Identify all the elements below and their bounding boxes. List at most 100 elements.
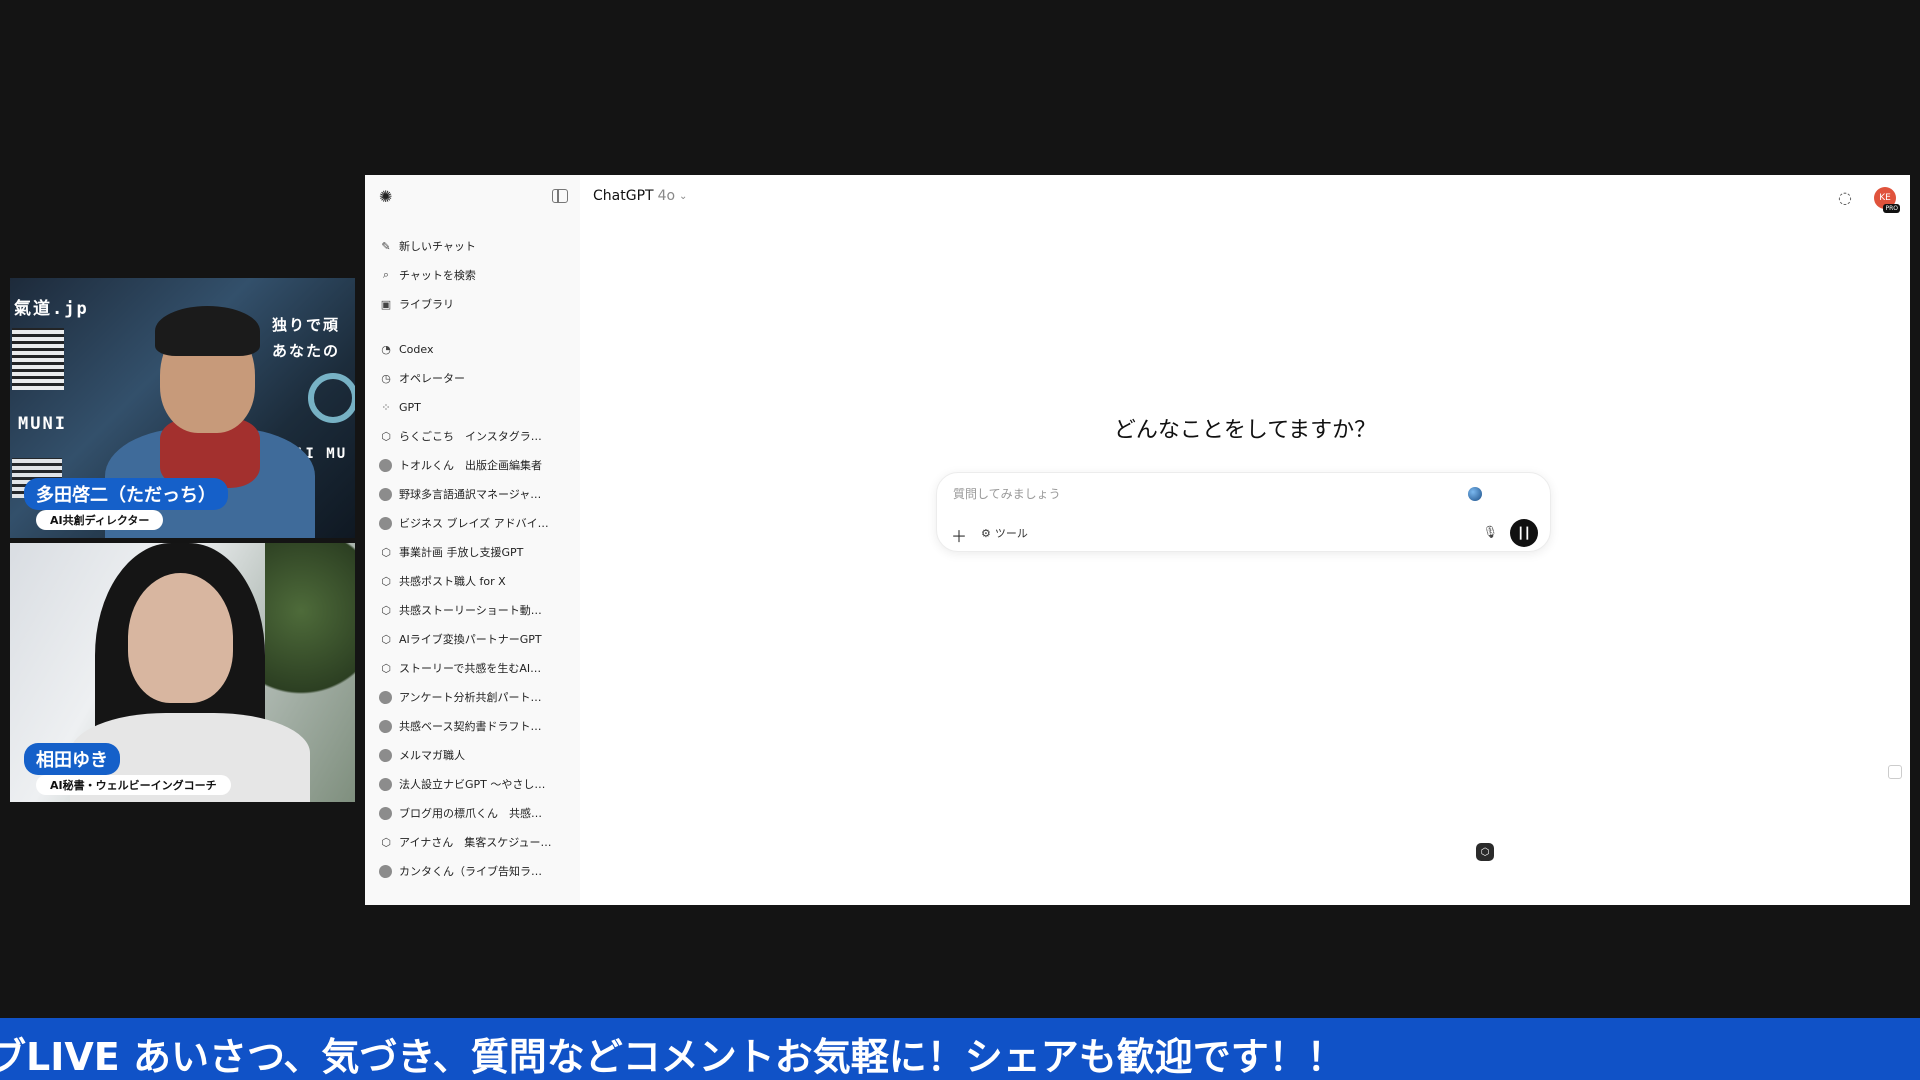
sidebar-item[interactable]: ▣ ライブラリ (379, 293, 574, 315)
sidebar-item-label: ビジネス ブレイズ アドバイ… (399, 517, 549, 530)
sidebar-item-label: 事業計画 手放し支援GPT (399, 546, 524, 559)
sidebar-item-label: トオルくん 出版企画編集者 (399, 459, 542, 472)
speaker-role-tag: AI秘書・ウェルビーイングコーチ (36, 775, 231, 795)
sidebar-item-label: Codex (399, 342, 434, 356)
edit-icon: ✎ (381, 239, 391, 253)
webcam-tile-guest: 相田ゆき AI秘書・ウェルビーイングコーチ (10, 543, 355, 802)
sidebar-item-label: 新しいチャット (399, 240, 476, 253)
gpt-avatar-icon (379, 806, 392, 820)
model-selector[interactable]: ChatGPT 4o ⌄ (593, 188, 687, 204)
cube-icon: ⬡ (381, 545, 391, 559)
sliders-icon: ⚙ (981, 526, 991, 540)
sidebar-item-label: オペレーター (399, 372, 465, 385)
cube-icon: ⬡ (381, 574, 391, 588)
sidebar-item[interactable]: ⬡ AIライブ変換パートナーGPT (379, 628, 574, 650)
side-text-2: あなたの (272, 342, 341, 360)
cube-icon: ⬡ (381, 603, 391, 617)
microphone-icon[interactable]: 🎙︎ (1483, 525, 1498, 539)
chevron-down-icon: ⌄ (679, 190, 688, 202)
page-title: どんなことをしてますか？ (1113, 418, 1377, 443)
gpt-avatar-icon (379, 748, 392, 762)
person-head (128, 573, 233, 703)
prompt-input[interactable]: 質問してみましょう (953, 485, 1061, 502)
cube-icon: ⬡ (381, 661, 391, 675)
sidebar-item[interactable]: 共感ベース契約書ドラフト… (379, 715, 574, 737)
muni-text: MUNI (18, 414, 67, 434)
sidebar-item[interactable]: メルマガ職人 (379, 744, 574, 766)
sidebar-item[interactable]: ⬡ 事業計画 手放し支援GPT (379, 541, 574, 563)
sidebar-item[interactable]: ブログ用の標爪くん 共感… (379, 802, 574, 824)
gpt-avatar-icon (379, 719, 392, 733)
sidebar-item-label: アンケート分析共創パート… (399, 691, 542, 704)
ticker-text: ブLIVE あいさつ、気づき、質問などコメントお気軽に！シェアも歓迎です！！ (0, 1035, 1345, 1079)
sidebar-item[interactable]: トオルくん 出版企画編集者 (379, 454, 574, 476)
globe-icon[interactable] (1468, 487, 1482, 501)
sidebar-item-label: 共感ベース契約書ドラフト… (399, 720, 542, 733)
sidebar-item-label: ストーリーで共感を生むAI… (399, 662, 542, 675)
speaker-name-tag: 相田ゆき (24, 743, 120, 775)
waveform-icon: ┃┃ (1517, 526, 1531, 540)
sidebar-item[interactable]: 野球多言語通訳マネージャ… (379, 483, 574, 505)
tools-label: ツール (994, 527, 1028, 540)
speaker-name-tag: 多田啓二（ただっち） (24, 478, 228, 510)
plus-icon[interactable]: ＋ (951, 523, 967, 547)
pro-badge: PRO (1883, 204, 1900, 213)
heart-logo-icon (308, 373, 355, 423)
sidebar-item[interactable]: ⬡ ストーリーで共感を生むAI… (379, 657, 574, 679)
sidebar-item[interactable]: ⬡ アイナさん 集客スケジュー… (379, 831, 574, 853)
comment-ticker: ブLIVE あいさつ、気づき、質問などコメントお気軽に！シェアも歓迎です！！ (0, 1018, 1920, 1080)
sidebar-item-label: メルマガ職人 (399, 749, 465, 762)
sidebar-item-label: AIライブ変換パートナーGPT (399, 633, 542, 646)
codex-icon: ◔ (381, 342, 391, 356)
cube-icon: ⬡ (381, 632, 391, 646)
sidebar-header: ✺ (365, 175, 580, 219)
sidebar-item[interactable]: ✎ 新しいチャット (379, 235, 574, 257)
gpt-avatar-icon (379, 487, 392, 501)
gpt-avatar-icon (379, 777, 392, 791)
sidebar-item[interactable]: ビジネス ブレイズ アドバイ… (379, 512, 574, 534)
sidebar-item[interactable]: カンタくん（ライブ告知ラ… (379, 860, 574, 882)
model-name: 4o (657, 188, 676, 204)
sidebar-item-label: チャットを検索 (399, 269, 476, 282)
app-title: ChatGPT (593, 188, 654, 204)
chatgpt-window: ✺ ✎ 新しいチャット ⌕ チャットを検索 ▣ ライブラリ ◔ Codex ◷ オペレーター ⁘ GP… (365, 175, 1910, 905)
library-icon: ▣ (380, 297, 392, 311)
sidebar-item-label: 野球多言語通訳マネージャ… (399, 488, 542, 501)
stream-stage: 氣道.jp MUNI 独りで頑 あなたの AI MU 多田啓二（ただっち） AI… (0, 0, 1920, 1080)
gpt-avatar-icon (379, 690, 392, 704)
sidebar-toggle-icon[interactable] (552, 189, 568, 203)
qr-code-image (12, 328, 64, 390)
person-hair (155, 306, 260, 356)
composer: 質問してみましょう ＋ ⚙ ツール 🎙︎ ┃┃ (936, 472, 1551, 552)
sidebar-item[interactable]: 法人設立ナビGPT ～やさし… (379, 773, 574, 795)
webcam-tile-host: 氣道.jp MUNI 独りで頑 あなたの AI MU 多田啓二（ただっち） AI… (10, 278, 355, 538)
brand-text: 氣道.jp (14, 299, 89, 319)
tools-button[interactable]: ⚙ ツール (981, 525, 1028, 541)
sidebar-item[interactable]: ⌕ チャットを検索 (379, 264, 574, 286)
sidebar-item[interactable]: ◷ オペレーター (379, 367, 574, 389)
speaker-role-tag: AI共創ディレクター (36, 510, 164, 530)
sidebar-item-label: 法人設立ナビGPT ～やさし… (399, 778, 546, 791)
plant-image (265, 543, 355, 713)
sidebar-item-label: ブログ用の標爪くん 共感… (399, 807, 542, 820)
sidebar-item-label: ライブラリ (399, 298, 454, 311)
sidebar-item[interactable]: アンケート分析共創パート… (379, 686, 574, 708)
sidebar-item-label: アイナさん 集客スケジュー… (399, 836, 552, 849)
sidebar-item[interactable]: ⬡ 共感ポスト職人 for X (379, 570, 574, 592)
temporary-chat-icon[interactable]: ◌ (1835, 187, 1855, 207)
voice-mode-button[interactable]: ┃┃ (1510, 519, 1538, 547)
sidebar-item-label: 共感ポスト職人 for X (399, 575, 506, 588)
openai-logo-icon[interactable]: ✺ (379, 188, 397, 206)
extension-icon[interactable]: ⬡ (1476, 843, 1494, 861)
sidebar-item[interactable]: ⬡ 共感ストーリーショート動… (379, 599, 574, 621)
search-icon: ⌕ (382, 268, 390, 281)
sidebar-item-label: 共感ストーリーショート動… (399, 604, 542, 617)
cube-icon: ⬡ (381, 835, 391, 849)
gpt-avatar-icon (379, 516, 392, 530)
sidebar-item-label: カンタくん（ライブ告知ラ… (399, 865, 542, 878)
side-text-1: 独りで頑 (272, 316, 341, 334)
gpt-avatar-icon (379, 864, 392, 878)
gpt-avatar-icon (379, 458, 392, 472)
sidebar-item[interactable]: ◔ Codex (379, 338, 574, 360)
side-panel-icon[interactable] (1888, 765, 1902, 779)
